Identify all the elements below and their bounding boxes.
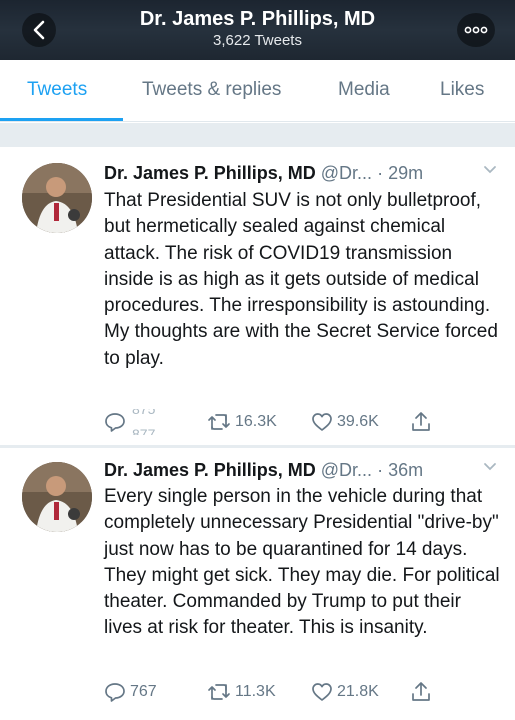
tweet-text: That Presidential SUV is not only bullet… [104, 190, 498, 369]
avatar[interactable] [22, 462, 92, 532]
more-button[interactable] [457, 13, 495, 47]
retweet-count: 16.3K [235, 413, 277, 430]
retweet-button[interactable]: 16.3K [207, 409, 277, 435]
like-count: 21.8K [337, 683, 379, 700]
tweet-author-name[interactable]: Dr. James P. Phillips, MD [104, 460, 316, 480]
active-tab-indicator [0, 118, 123, 121]
reply-button[interactable]: 767 [104, 679, 157, 705]
share-button[interactable] [411, 409, 431, 435]
reply-count: 877 [132, 426, 156, 435]
retweet-button[interactable]: 11.3K [207, 679, 276, 705]
share-icon [412, 412, 430, 431]
tweet-time: · 36m [377, 460, 424, 480]
profile-tabs: Tweets Tweets & replies Media Likes [0, 60, 515, 122]
tweet-author-handle[interactable]: @Dr... [321, 460, 372, 480]
tab-tweets-and-replies[interactable]: Tweets & replies [142, 78, 281, 102]
reply-icon [105, 413, 125, 432]
tweet-actions: 767 11.3K 21.8K [104, 679, 504, 705]
ellipsis-icon [464, 26, 488, 34]
tweet-author-handle[interactable]: @Dr... [321, 163, 372, 183]
like-count: 39.6K [337, 413, 379, 430]
chevron-down-icon[interactable] [483, 165, 497, 175]
reply-count-previous: 875 [132, 409, 156, 417]
tweet-text: Every single person in the vehicle durin… [104, 486, 500, 639]
reply-button[interactable]: 875 877 [104, 409, 160, 435]
tweet-actions: 875 877 16.3K 39.6K [104, 409, 504, 435]
tweet-author-name[interactable]: Dr. James P. Phillips, MD [104, 163, 316, 183]
avatar-image [22, 462, 92, 532]
retweet-icon [208, 414, 230, 430]
like-button[interactable]: 21.8K [311, 679, 379, 705]
share-icon [412, 682, 430, 701]
retweet-icon [208, 684, 230, 700]
tab-tweets[interactable]: Tweets [27, 78, 87, 102]
heart-icon [312, 683, 332, 701]
reply-icon [105, 683, 125, 702]
timeline-separator [0, 123, 515, 147]
share-button[interactable] [411, 679, 431, 705]
retweet-count: 11.3K [235, 683, 276, 700]
chevron-down-icon[interactable] [483, 462, 497, 472]
profile-header: Dr. James P. Phillips, MD 3,622 Tweets [0, 0, 515, 60]
reply-count: 767 [130, 683, 157, 700]
tab-media[interactable]: Media [338, 78, 390, 102]
tweet[interactable]: Dr. James P. Phillips, MD @Dr... · 36m E… [0, 448, 515, 720]
tweet[interactable]: Dr. James P. Phillips, MD @Dr... · 29m T… [0, 147, 515, 445]
avatar[interactable] [22, 163, 92, 233]
tweet-count: 3,622 Tweets [213, 32, 302, 49]
heart-icon [312, 413, 332, 431]
profile-name: Dr. James P. Phillips, MD [139, 8, 376, 30]
tweet-time: · 29m [377, 163, 424, 183]
tab-likes[interactable]: Likes [440, 78, 484, 102]
avatar-image [22, 163, 92, 233]
like-button[interactable]: 39.6K [311, 409, 379, 435]
